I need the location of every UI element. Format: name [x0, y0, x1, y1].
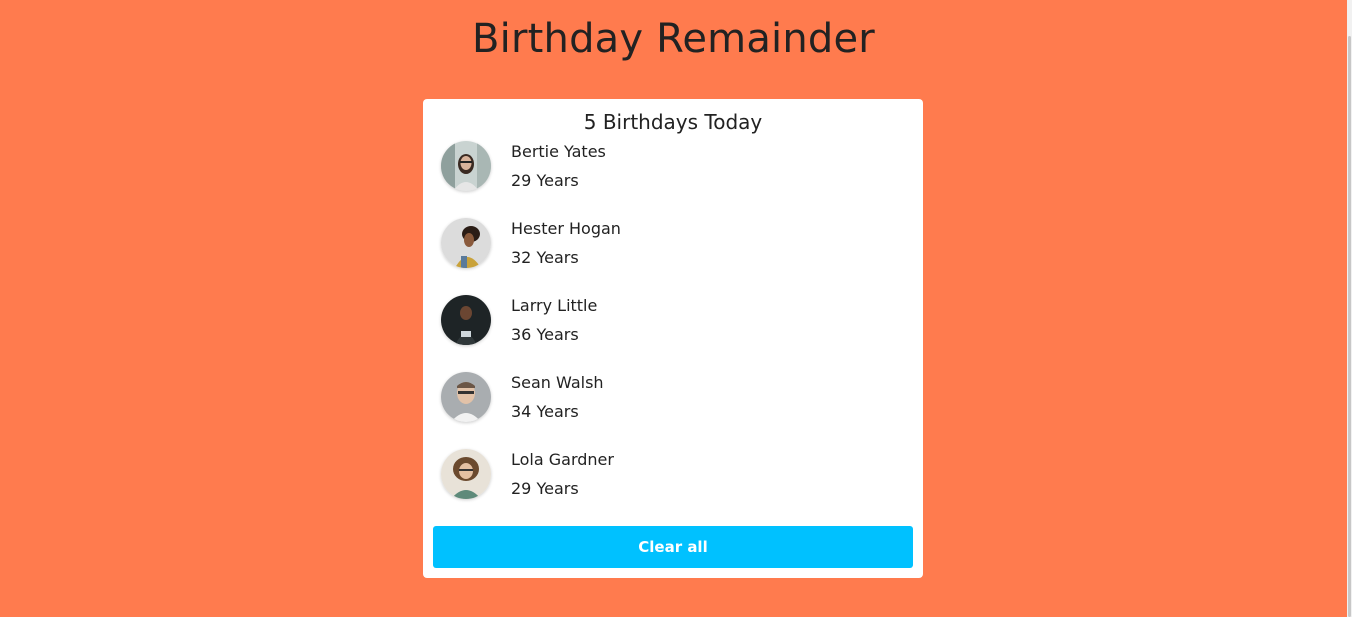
avatar-photo-icon [441, 449, 491, 499]
scrollbar-thumb[interactable] [1348, 36, 1351, 617]
avatar [441, 372, 491, 422]
person-item-bertie-yates: Bertie Yates 29 Years [441, 141, 901, 193]
vertical-scrollbar[interactable] [1347, 0, 1352, 617]
avatar-photo-icon [441, 295, 491, 345]
page-title: Birthday Remainder [472, 16, 875, 62]
avatar [441, 141, 491, 191]
avatar-photo-icon [441, 141, 491, 191]
person-age: 36 Years [511, 325, 579, 344]
birthday-count-title: 5 Birthdays Today [583, 110, 763, 134]
birthday-card: 5 Birthdays Today Bertie Yates 29 Years [423, 99, 923, 578]
person-name: Hester Hogan [511, 219, 621, 238]
person-name: Larry Little [511, 296, 598, 315]
avatar [441, 449, 491, 499]
person-item-larry-little: Larry Little 36 Years [441, 295, 901, 347]
person-item-hester-hogan: Hester Hogan 32 Years [441, 218, 901, 270]
person-item-lola-gardner: Lola Gardner 29 Years [441, 449, 901, 501]
avatar [441, 218, 491, 268]
person-age: 29 Years [511, 479, 579, 498]
avatar-photo-icon [441, 218, 491, 268]
person-name: Bertie Yates [511, 142, 606, 161]
person-age: 34 Years [511, 402, 579, 421]
avatar-photo-icon [441, 372, 491, 422]
person-age: 32 Years [511, 248, 579, 267]
person-name: Lola Gardner [511, 450, 614, 469]
avatar [441, 295, 491, 345]
person-item-sean-walsh: Sean Walsh 34 Years [441, 372, 901, 424]
person-name: Sean Walsh [511, 373, 604, 392]
person-age: 29 Years [511, 171, 579, 190]
clear-all-button[interactable]: Clear all [433, 526, 913, 568]
